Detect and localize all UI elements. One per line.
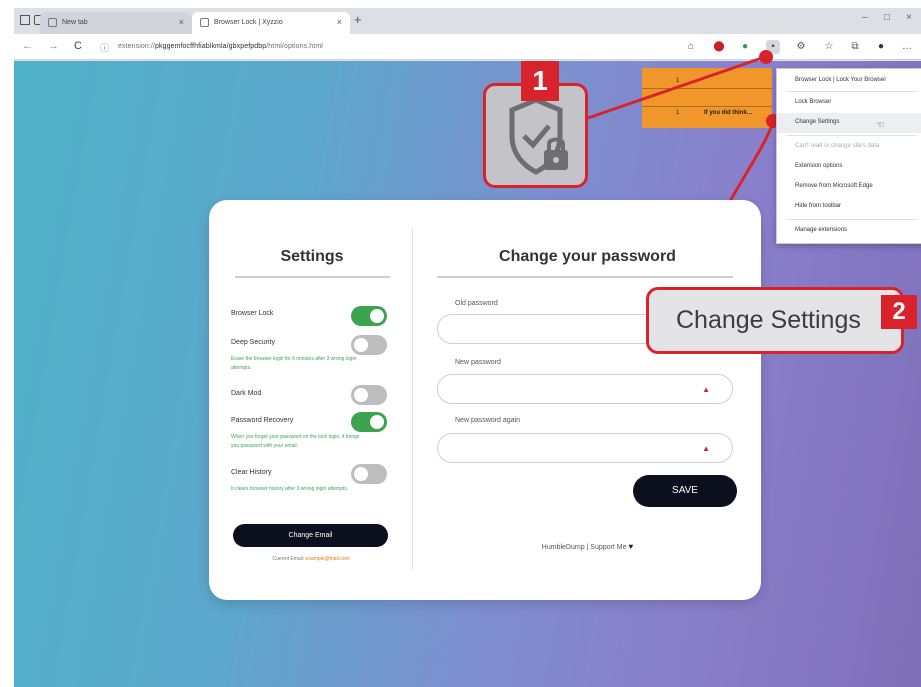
menu-separator: [787, 219, 917, 220]
menu-item-browser-lock[interactable]: Browser Lock | Lock Your Browser: [777, 71, 921, 91]
column-divider: [412, 228, 413, 570]
change-password-title: Change your password: [499, 248, 676, 265]
browser-window: New tab × Browser Lock | Xyzzio × + – □ …: [14, 8, 921, 687]
step-2-badge: 2: [881, 295, 917, 329]
toggle-browser-lock[interactable]: [351, 306, 387, 326]
support-text: HumbleDump | Support Me: [541, 544, 627, 551]
new-password-field[interactable]: ▲: [437, 374, 733, 404]
menu-item-site-access: Can't read or change site's data: [795, 143, 880, 149]
warning-icon: ▲: [702, 444, 710, 453]
option-password-recovery-label: Password Recovery: [231, 417, 294, 424]
toggle-knob: [354, 388, 368, 402]
change-email-button[interactable]: Change Email: [233, 524, 388, 547]
menu-item-hide-toolbar[interactable]: Hide from toolbar: [777, 197, 921, 217]
old-password-label: Old password: [455, 300, 498, 307]
menu-separator: [787, 91, 917, 92]
change-settings-callout: Change Settings: [646, 287, 904, 354]
step-1-badge: 1: [521, 61, 559, 101]
option-browser-lock-label: Browser Lock: [231, 310, 274, 317]
option-password-recovery-desc: When you forget your password on the loc…: [231, 434, 360, 449]
option-deep-security-label: Deep Security: [231, 339, 275, 346]
current-email-label: Current Email:: [272, 556, 305, 562]
menu-separator: [787, 135, 917, 136]
save-button[interactable]: SAVE: [633, 475, 737, 507]
toggle-deep-security[interactable]: [351, 335, 387, 355]
toggle-password-recovery[interactable]: [351, 412, 387, 432]
toggle-knob: [354, 467, 368, 481]
toggle-knob: [370, 309, 384, 323]
option-clear-history-desc: It clears browser history after 3 wrong …: [231, 486, 349, 492]
menu-item-lock-browser[interactable]: Lock Browser: [777, 93, 921, 113]
settings-title-underline: [235, 276, 390, 278]
menu-item-remove[interactable]: Remove from Microsoft Edge: [777, 177, 921, 197]
current-email: Current Email: example@mail.com: [231, 556, 391, 562]
extension-context-menu: Browser Lock | Lock Your Browser Lock Br…: [776, 68, 921, 244]
toggle-dark-mode[interactable]: [351, 385, 387, 405]
option-clear-history-label: Clear History: [231, 469, 272, 476]
current-email-value: example@mail.com: [305, 556, 350, 562]
support-link[interactable]: HumbleDump | Support Me ♥: [435, 542, 740, 551]
menu-item-extension-options[interactable]: Extension options: [777, 157, 921, 177]
toggle-knob: [354, 338, 368, 352]
heart-icon: ♥: [628, 542, 634, 551]
connector-dot-1: [759, 50, 773, 64]
new-password-again-field[interactable]: ▲: [437, 433, 733, 463]
settings-card: Settings Browser Lock Deep Security Eras…: [209, 200, 761, 600]
connector-line-1: [587, 56, 763, 120]
option-deep-security-desc: Erase the browser login for 5 minutes af…: [231, 356, 357, 371]
option-dark-mode-label: Dark Mod: [231, 390, 262, 397]
warning-icon: ▲: [702, 385, 710, 394]
password-title-underline: [437, 276, 733, 278]
toggle-clear-history[interactable]: [351, 464, 387, 484]
new-password-again-label: New password again: [455, 417, 520, 424]
cursor-icon: ☜: [876, 120, 885, 131]
menu-item-change-settings[interactable]: Change Settings: [777, 113, 921, 133]
menu-item-manage-extensions[interactable]: Manage extensions: [777, 221, 921, 241]
settings-title: Settings: [280, 248, 344, 265]
toggle-knob: [370, 415, 384, 429]
new-password-label: New password: [455, 359, 501, 366]
